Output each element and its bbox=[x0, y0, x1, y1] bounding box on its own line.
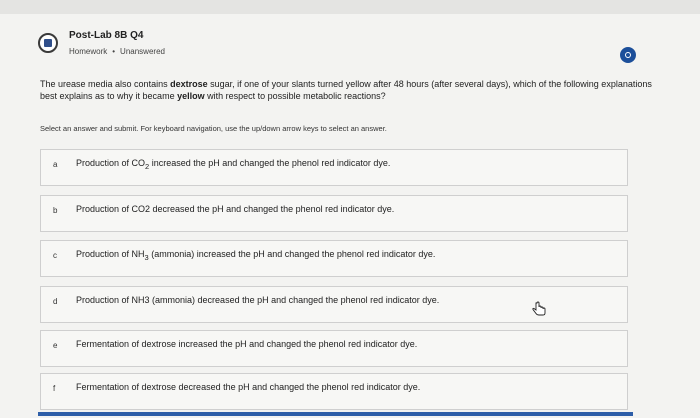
hand-cursor-icon bbox=[532, 301, 546, 316]
option-letter: b bbox=[53, 206, 58, 215]
info-icon[interactable] bbox=[620, 47, 636, 63]
status-label: Unanswered bbox=[120, 47, 165, 56]
option-text: Production of NH3 (ammonia) increased th… bbox=[76, 249, 436, 262]
option-text: Production of CO2 increased the pH and c… bbox=[76, 158, 391, 171]
option-text: Production of NH3 (ammonia) decreased th… bbox=[76, 295, 440, 305]
answer-option-c[interactable]: c Production of NH3 (ammonia) increased … bbox=[40, 240, 628, 277]
option-letter: c bbox=[53, 251, 57, 260]
bottom-accent-bar bbox=[38, 412, 633, 416]
question-meta: Homework • Unanswered bbox=[69, 47, 165, 56]
question-text: The urease media also contains dextrose … bbox=[40, 79, 652, 101]
instructions: Select an answer and submit. For keyboar… bbox=[40, 124, 387, 133]
option-text: Production of CO2 decreased the pH and c… bbox=[76, 204, 395, 214]
answer-option-f[interactable]: f Fermentation of dextrose decreased the… bbox=[40, 373, 628, 410]
top-strip bbox=[0, 0, 700, 14]
option-letter: d bbox=[53, 297, 58, 306]
meta-separator: • bbox=[112, 47, 116, 56]
option-letter: e bbox=[53, 341, 58, 350]
option-letter: a bbox=[53, 160, 58, 169]
homework-icon bbox=[38, 33, 58, 53]
answer-option-b[interactable]: b Production of CO2 decreased the pH and… bbox=[40, 195, 628, 232]
answer-option-e[interactable]: e Fermentation of dextrose increased the… bbox=[40, 330, 628, 367]
answer-option-a[interactable]: a Production of CO2 increased the pH and… bbox=[40, 149, 628, 186]
option-text: Fermentation of dextrose increased the p… bbox=[76, 339, 418, 349]
option-text: Fermentation of dextrose decreased the p… bbox=[76, 382, 421, 392]
page-title: Post-Lab 8B Q4 bbox=[69, 30, 144, 41]
assignment-type: Homework bbox=[69, 47, 108, 56]
option-letter: f bbox=[53, 384, 56, 393]
